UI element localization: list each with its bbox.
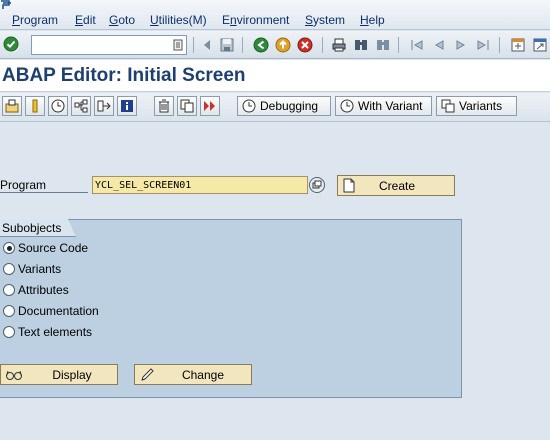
radio-variants-label: Variants bbox=[18, 262, 62, 276]
execute-variant-icon bbox=[340, 99, 354, 113]
menu-program-mnemonic: P bbox=[12, 13, 21, 27]
copy-icon bbox=[180, 99, 194, 113]
menu-program-label: rogram bbox=[20, 13, 59, 27]
where-used-button[interactable] bbox=[71, 96, 91, 116]
first-page-icon[interactable] bbox=[409, 37, 425, 53]
debugging-label: Debugging bbox=[260, 99, 319, 113]
radio-button[interactable] bbox=[3, 284, 15, 296]
object-list-button[interactable] bbox=[94, 96, 114, 116]
information-button[interactable] bbox=[117, 96, 137, 116]
program-input[interactable]: YCL_SEL_SCREEN01 bbox=[92, 176, 308, 194]
program-search-help-button[interactable] bbox=[309, 177, 325, 193]
title-bar: ABAP Editor: Initial Screen bbox=[0, 60, 550, 92]
menu-help[interactable]: Help bbox=[360, 13, 385, 27]
previous-page-icon[interactable] bbox=[431, 37, 447, 53]
menu-help-label: elp bbox=[368, 13, 385, 27]
enter-check-icon[interactable] bbox=[3, 36, 19, 52]
debug-clock-icon bbox=[242, 99, 256, 113]
program-label: Program bbox=[0, 178, 47, 192]
standard-toolbar bbox=[0, 31, 550, 59]
command-field[interactable] bbox=[31, 35, 187, 55]
cancel-icon[interactable] bbox=[297, 37, 313, 53]
rename-button[interactable] bbox=[200, 96, 220, 116]
menu-program[interactable]: Program bbox=[12, 13, 58, 27]
menu-system[interactable]: System bbox=[305, 13, 345, 27]
check-button[interactable] bbox=[25, 96, 45, 116]
find-next-icon[interactable] bbox=[375, 37, 391, 53]
sap-menu-icon[interactable] bbox=[0, 0, 12, 10]
rename-arrows-icon bbox=[204, 101, 215, 111]
menu-edit-mnemonic: E bbox=[75, 13, 84, 27]
where-used-list-icon bbox=[74, 99, 88, 113]
search-help-icon bbox=[312, 180, 322, 189]
application-toolbar: Debugging With Variant Variants bbox=[0, 93, 550, 122]
find-icon[interactable] bbox=[353, 37, 369, 53]
other-object-button[interactable] bbox=[2, 96, 22, 116]
debugging-button[interactable]: Debugging bbox=[237, 96, 331, 116]
radio-documentation-label: Documentation bbox=[18, 304, 99, 318]
radio-button-selected[interactable] bbox=[3, 242, 15, 254]
change-button[interactable]: Change bbox=[134, 364, 252, 385]
info-icon bbox=[121, 100, 133, 112]
radio-attributes-label: Attributes bbox=[18, 283, 69, 297]
menu-system-mnemonic: S bbox=[305, 13, 314, 27]
variants-icon bbox=[441, 99, 455, 113]
display-label: Display bbox=[52, 368, 92, 382]
variants-button[interactable]: Variants bbox=[436, 96, 517, 116]
command-history-icon[interactable] bbox=[173, 39, 183, 51]
change-label: Change bbox=[181, 368, 225, 382]
back-icon[interactable] bbox=[253, 37, 269, 53]
menu-environment-label: vironment bbox=[236, 13, 290, 27]
object-list-icon bbox=[97, 100, 111, 112]
print-icon[interactable] bbox=[331, 37, 347, 53]
menu-environment-prefix: E bbox=[222, 13, 231, 27]
radio-source-code-label: Source Code bbox=[18, 241, 89, 255]
page-title: ABAP Editor: Initial Screen bbox=[2, 65, 246, 86]
radio-button[interactable] bbox=[3, 263, 15, 275]
create-label: Create bbox=[378, 179, 416, 193]
menu-help-mnemonic: H bbox=[360, 13, 369, 27]
menu-goto-label: oto bbox=[118, 13, 136, 27]
toolbar-separator bbox=[242, 37, 243, 53]
menu-edit-label: dit bbox=[83, 13, 96, 27]
save-icon[interactable] bbox=[219, 37, 235, 53]
trash-icon bbox=[159, 99, 169, 113]
check-syntax-icon bbox=[32, 99, 38, 113]
radio-button[interactable] bbox=[3, 305, 15, 317]
delete-button[interactable] bbox=[154, 96, 174, 116]
copy-button[interactable] bbox=[177, 96, 197, 116]
radio-button[interactable] bbox=[3, 326, 15, 338]
toolbar-separator bbox=[193, 37, 194, 53]
back-triangle-icon[interactable] bbox=[199, 37, 215, 53]
with-variant-button[interactable]: With Variant bbox=[335, 96, 432, 116]
create-button[interactable]: Create bbox=[337, 175, 455, 196]
with-variant-label: With Variant bbox=[358, 99, 423, 113]
program-label-underline bbox=[0, 192, 88, 193]
new-session-icon[interactable] bbox=[510, 37, 526, 53]
subobjects-title: Subobjects bbox=[2, 221, 62, 235]
menu-bar: Program Edit Goto Utilities(M) Environme… bbox=[0, 0, 550, 30]
radio-text-elements-label: Text elements bbox=[18, 325, 93, 339]
next-page-icon[interactable] bbox=[453, 37, 469, 53]
shortcut-icon[interactable] bbox=[532, 37, 548, 53]
display-button[interactable]: Display bbox=[0, 364, 118, 385]
other-object-icon bbox=[5, 99, 19, 113]
menu-goto-mnemonic: G bbox=[109, 13, 119, 27]
activate-icon bbox=[51, 99, 65, 113]
menu-system-label: ystem bbox=[313, 13, 346, 27]
menu-utilities-mnemonic: U bbox=[150, 13, 159, 27]
activate-button[interactable] bbox=[48, 96, 68, 116]
menu-edit[interactable]: Edit bbox=[75, 13, 96, 27]
last-page-icon[interactable] bbox=[475, 37, 491, 53]
toolbar-separator bbox=[398, 37, 399, 53]
menu-utilities[interactable]: Utilities(M) bbox=[150, 13, 207, 27]
menu-environment-mnemonic: n bbox=[230, 13, 237, 27]
exit-icon[interactable] bbox=[275, 37, 291, 53]
menu-utilities-label: tilities(M) bbox=[158, 13, 207, 27]
menu-goto[interactable]: Goto bbox=[109, 13, 135, 27]
menu-environment[interactable]: Environment bbox=[222, 13, 289, 27]
toolbar-separator bbox=[499, 37, 500, 53]
variants-label: Variants bbox=[459, 99, 503, 113]
toolbar-separator bbox=[322, 37, 323, 53]
